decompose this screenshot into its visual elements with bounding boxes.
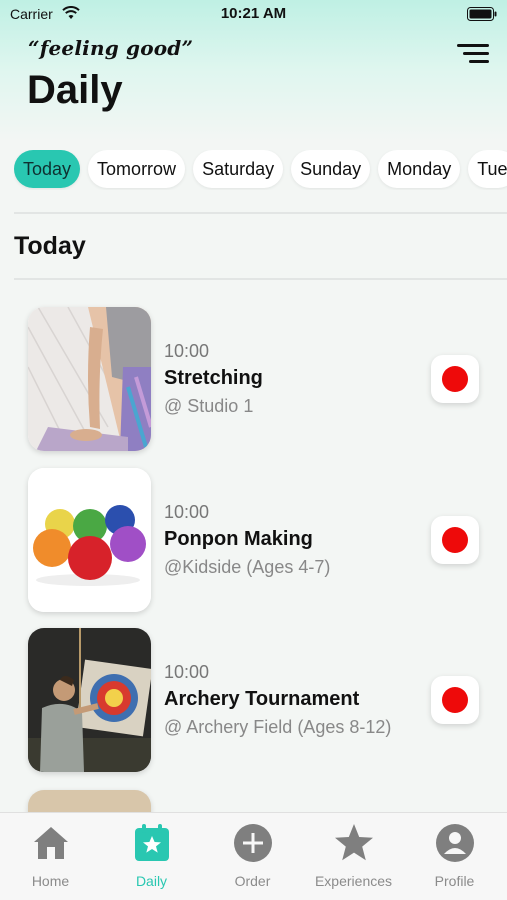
bottom-nav: Home Daily Order Experiences Profile: [0, 812, 507, 900]
event-time: 10:00: [164, 502, 210, 522]
page-title: Daily: [27, 68, 123, 112]
pompoms-photo: [28, 468, 151, 612]
tab-saturday[interactable]: Saturday: [193, 150, 284, 188]
tab-tomorrow[interactable]: Tomorrow: [88, 150, 186, 188]
event-title: Stretching: [164, 367, 263, 389]
record-button[interactable]: [431, 355, 479, 403]
stretching-photo: [28, 307, 151, 451]
nav-profile[interactable]: Profile: [404, 823, 505, 893]
tab-sunday[interactable]: Sunday: [291, 150, 371, 188]
nav-order[interactable]: Order: [202, 823, 303, 893]
calendar-star-icon: [135, 824, 169, 861]
record-dot-icon: [442, 687, 468, 713]
event-card[interactable]: 10:00 Ponpon Making @Kidside (Ages 4-7): [28, 468, 488, 614]
nav-experiences[interactable]: Experiences: [303, 823, 404, 893]
event-card[interactable]: 10:00 Stretching @ Studio 1: [28, 307, 488, 453]
nav-home-label: Home: [31, 873, 70, 889]
nav-experiences-label: Experiences: [314, 873, 393, 889]
nav-home[interactable]: Home: [0, 823, 101, 893]
divider: [14, 278, 507, 280]
record-button[interactable]: [431, 676, 479, 724]
day-tabs: Today Tomorrow Saturday Sunday Monday Tue: [14, 150, 507, 190]
plus-circle-icon: [234, 824, 272, 862]
brand-logo-text: “feeling good”: [28, 36, 194, 60]
battery-icon: [467, 7, 497, 21]
event-card[interactable]: 10:00 Archery Tournament @ Archery Field…: [28, 628, 488, 774]
archery-photo: [28, 628, 151, 772]
event-location: @ Archery Field (Ages 8-12): [164, 717, 392, 737]
divider: [14, 212, 507, 214]
status-bar: Carrier 10:21 AM: [0, 0, 507, 30]
tab-tuesday[interactable]: Tue: [468, 150, 507, 188]
tab-monday[interactable]: Monday: [378, 150, 461, 188]
star-icon: [335, 824, 373, 861]
record-dot-icon: [442, 527, 468, 553]
event-time: 10:00: [164, 341, 210, 361]
nav-order-label: Order: [234, 873, 271, 889]
status-time: 10:21 AM: [220, 5, 287, 22]
event-time: 10:00: [164, 662, 210, 682]
tab-today[interactable]: Today: [14, 150, 81, 188]
nav-daily[interactable]: Daily: [101, 823, 202, 893]
event-title: Archery Tournament: [164, 688, 360, 710]
event-title: Ponpon Making: [164, 528, 313, 550]
profile-icon: [436, 824, 474, 862]
nav-profile-label: Profile: [434, 873, 475, 889]
record-dot-icon: [442, 366, 468, 392]
event-location: @Kidside (Ages 4-7): [164, 557, 331, 577]
nav-daily-label: Daily: [135, 873, 168, 889]
filter-lines-icon: [457, 44, 489, 47]
event-location: @ Studio 1: [164, 396, 254, 416]
home-icon: [34, 827, 68, 859]
record-button[interactable]: [431, 516, 479, 564]
section-title: Today: [14, 232, 86, 260]
filter-menu-button[interactable]: [457, 42, 489, 66]
